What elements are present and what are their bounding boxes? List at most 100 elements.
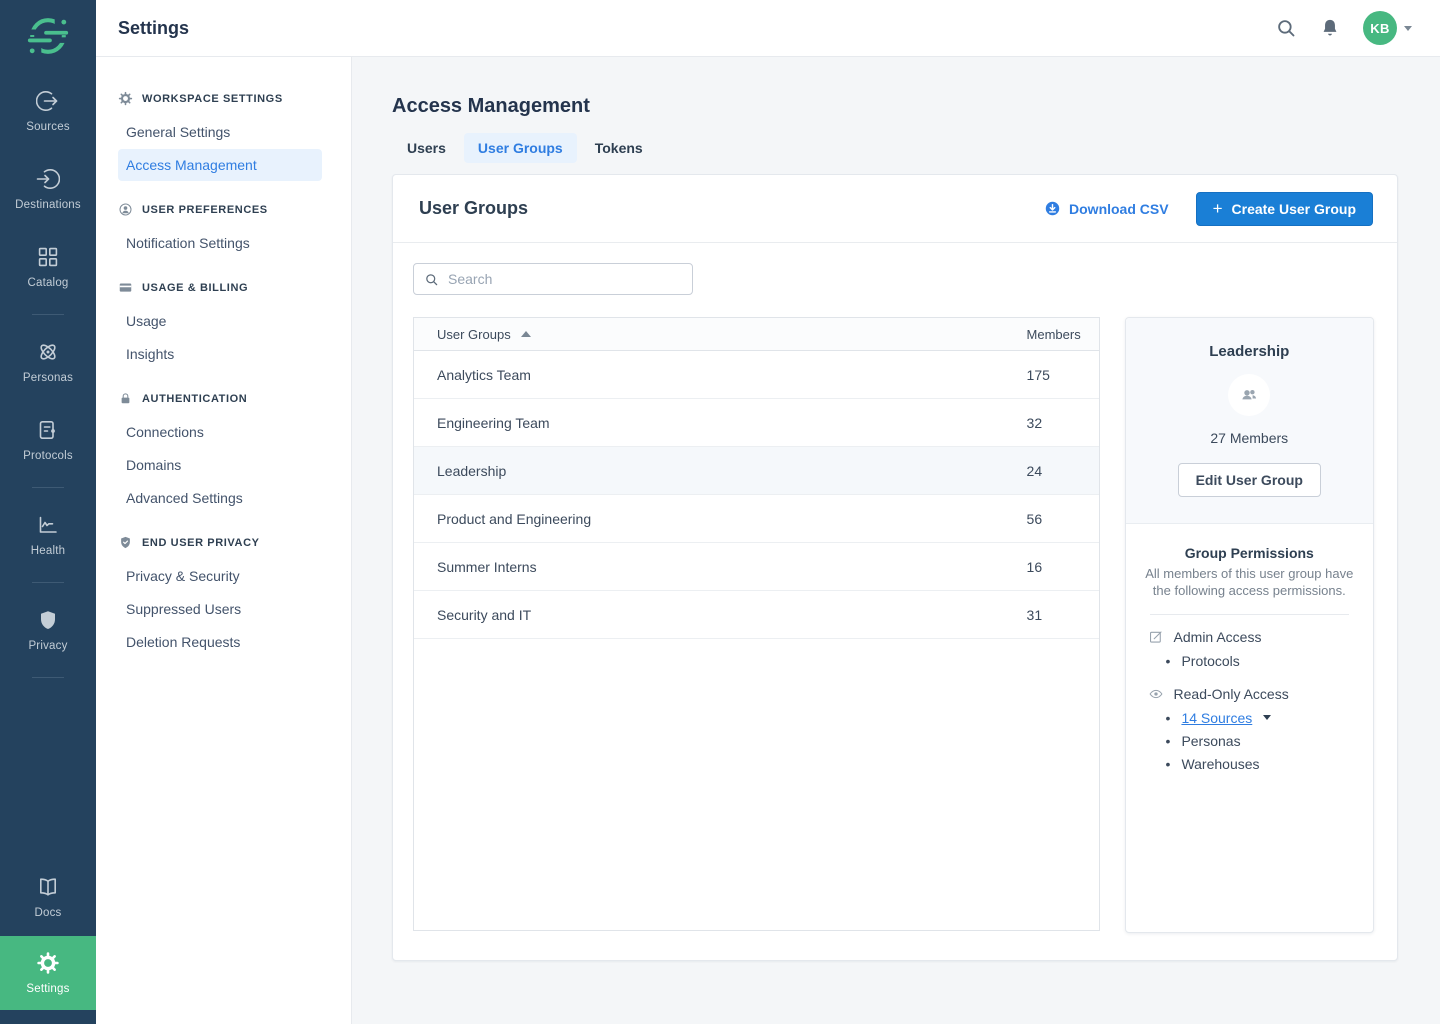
rail-item-settings[interactable]: Settings <box>0 936 96 1010</box>
nav-item-insights[interactable]: Insights <box>118 338 322 370</box>
shield-check-icon <box>118 535 133 550</box>
group-name-cell: Summer Interns <box>414 559 1027 575</box>
permission-item-label[interactable]: 14 Sources <box>1181 710 1252 726</box>
rail-item-health[interactable]: Health <box>0 496 96 574</box>
personas-icon <box>36 340 60 364</box>
rail-group: Sources Destinations Catalog <box>0 72 96 315</box>
rail-item-catalog[interactable]: Catalog <box>0 228 96 306</box>
nav-section: USAGE & BILLING Usage Insights <box>96 272 351 370</box>
card-title: User Groups <box>419 198 528 219</box>
nav-item-deletion-requests[interactable]: Deletion Requests <box>118 626 322 658</box>
group-avatar <box>1228 374 1270 416</box>
nav-section-header: USER PREFERENCES <box>96 194 351 226</box>
permission-group: Admin Access Protocols <box>1140 629 1359 672</box>
edit-square-icon <box>1148 629 1164 645</box>
nav-item-domains[interactable]: Domains <box>118 449 322 481</box>
nav-section-header: USAGE & BILLING <box>96 272 351 304</box>
nav-section: USER PREFERENCES Notification Settings <box>96 194 351 259</box>
group-name-cell: Product and Engineering <box>414 511 1027 527</box>
avatar[interactable]: KB <box>1363 11 1397 45</box>
group-permissions: Group Permissions All members of this us… <box>1126 524 1373 795</box>
tab-bar: Users User Groups Tokens <box>393 133 1398 163</box>
permission-group-header: Read-Only Access <box>1140 686 1359 702</box>
nav-item-connections[interactable]: Connections <box>118 416 322 448</box>
card-header: User Groups Download CSV Create User Gro… <box>393 175 1397 243</box>
permission-group-label: Read-Only Access <box>1174 686 1289 702</box>
table-row[interactable]: Leadership 24 <box>414 447 1099 495</box>
nav-section: WORKSPACE SETTINGS General Settings Acce… <box>96 83 351 181</box>
group-name-cell: Leadership <box>414 463 1027 479</box>
nav-item-advanced-settings[interactable]: Advanced Settings <box>118 482 322 514</box>
health-icon <box>36 513 60 537</box>
nav-item-suppressed-users[interactable]: Suppressed Users <box>118 593 322 625</box>
members-count-cell: 16 <box>1027 559 1099 575</box>
rail-groups: Sources Destinations Catalog <box>0 72 96 686</box>
nav-item-access-management[interactable]: Access Management <box>118 149 322 181</box>
members-count-cell: 31 <box>1027 607 1099 623</box>
search-input[interactable] <box>448 271 682 287</box>
nav-section-header: AUTHENTICATION <box>96 383 351 415</box>
group-detail-summary: Leadership 27 Members Edit User Group <box>1126 318 1373 524</box>
permission-group-label: Admin Access <box>1174 629 1262 645</box>
bell-icon[interactable] <box>1319 17 1341 39</box>
rail-item-personas[interactable]: Personas <box>0 323 96 401</box>
group-name-cell: Engineering Team <box>414 415 1027 431</box>
rail-item-docs[interactable]: Docs <box>0 858 96 936</box>
download-csv-label: Download CSV <box>1069 201 1169 217</box>
members-count-cell: 24 <box>1027 463 1099 479</box>
settings-sidebar: WORKSPACE SETTINGS General Settings Acce… <box>96 57 352 1024</box>
nav-section-header: WORKSPACE SETTINGS <box>96 83 351 115</box>
create-user-group-label: Create User Group <box>1232 201 1356 217</box>
table-row[interactable]: Security and IT 31 <box>414 591 1099 639</box>
permission-item-label[interactable]: Warehouses <box>1181 756 1259 772</box>
member-count: 27 Members <box>1142 430 1357 446</box>
create-user-group-button[interactable]: Create User Group <box>1196 192 1373 226</box>
nav-item-privacy-security[interactable]: Privacy & Security <box>118 560 322 592</box>
permission-item-label[interactable]: Protocols <box>1181 653 1239 669</box>
sort-ascending-icon[interactable] <box>521 331 531 337</box>
permission-item: 14 Sources <box>1166 706 1359 729</box>
segment-logo[interactable] <box>0 0 96 72</box>
group-name-cell: Security and IT <box>414 607 1027 623</box>
column-header-user-groups[interactable]: User Groups <box>437 327 511 342</box>
rail-item-privacy[interactable]: Privacy <box>0 591 96 669</box>
page-header-title: Settings <box>118 18 189 39</box>
billing-icon <box>118 280 133 295</box>
tab-user-groups[interactable]: User Groups <box>464 133 577 163</box>
table-row[interactable]: Summer Interns 16 <box>414 543 1099 591</box>
table-row[interactable]: Analytics Team 175 <box>414 351 1099 399</box>
destinations-icon <box>36 167 60 191</box>
nav-item-usage[interactable]: Usage <box>118 305 322 337</box>
chevron-down-icon <box>1263 715 1271 720</box>
table-row[interactable]: Product and Engineering 56 <box>414 495 1099 543</box>
permission-group: Read-Only Access 14 Sources <box>1140 686 1359 775</box>
tab-tokens[interactable]: Tokens <box>581 133 657 163</box>
rail-item-destinations[interactable]: Destinations <box>0 150 96 228</box>
download-csv-button[interactable]: Download CSV <box>1044 200 1169 217</box>
card-body: User Groups Members Analytics Team <box>393 243 1397 960</box>
account-menu[interactable]: KB <box>1363 11 1412 45</box>
permission-item-label[interactable]: Personas <box>1181 733 1240 749</box>
group-detail-panel: Leadership 27 Members Edit User Group Gr… <box>1125 317 1374 933</box>
permissions-subtitle: All members of this user group have the … <box>1140 566 1359 599</box>
table-row[interactable]: Engineering Team 32 <box>414 399 1099 447</box>
edit-user-group-button[interactable]: Edit User Group <box>1178 463 1321 497</box>
nav-item-general-settings[interactable]: General Settings <box>118 116 322 148</box>
rail-item-sources[interactable]: Sources <box>0 72 96 150</box>
rail-item-protocols[interactable]: Protocols <box>0 401 96 479</box>
lock-icon <box>118 391 133 406</box>
tab-users[interactable]: Users <box>393 133 460 163</box>
members-count-cell: 32 <box>1027 415 1099 431</box>
plus-icon <box>1213 200 1223 217</box>
topbar: Settings KB <box>96 0 1440 57</box>
user-groups-card: User Groups Download CSV Create User Gro… <box>392 174 1398 961</box>
table-rows: Analytics Team 175 Engineering Team 32 <box>414 351 1099 639</box>
page-title: Access Management <box>392 95 1398 118</box>
nav-item-notification-settings[interactable]: Notification Settings <box>118 227 322 259</box>
search-icon[interactable] <box>1275 17 1297 39</box>
column-header-members[interactable]: Members <box>1027 327 1099 342</box>
nav-section: AUTHENTICATION Connections Domains Advan… <box>96 383 351 514</box>
user-icon <box>118 202 133 217</box>
rail-group: Personas Protocols <box>0 323 96 488</box>
members-count-cell: 175 <box>1027 367 1099 383</box>
